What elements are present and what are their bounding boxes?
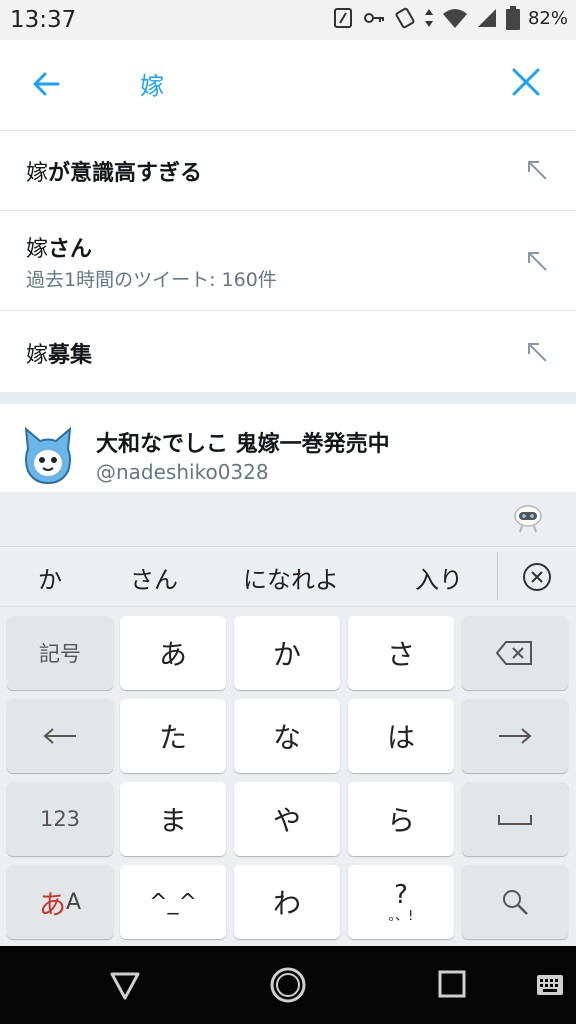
section-divider bbox=[0, 392, 576, 404]
kana-key-ka[interactable]: か bbox=[234, 616, 340, 690]
close-icon[interactable] bbox=[510, 66, 542, 98]
suggestion-text: 嫁募集 bbox=[26, 343, 93, 368]
battery-level: 82% bbox=[527, 7, 568, 29]
kana-key-ra[interactable]: ら bbox=[348, 782, 454, 856]
input-mode-hiragana: あ bbox=[38, 889, 66, 921]
arrow-right-icon bbox=[499, 728, 532, 744]
cursor-left-key[interactable] bbox=[7, 699, 113, 773]
kana-key-a[interactable]: あ bbox=[120, 616, 226, 690]
kana-key-ha[interactable]: は bbox=[348, 699, 454, 773]
search-icon bbox=[503, 890, 528, 915]
nfc-icon bbox=[333, 8, 352, 28]
candidate-divider bbox=[497, 552, 498, 600]
avatar bbox=[24, 427, 72, 485]
punctuation-question: ? bbox=[394, 879, 408, 910]
candidate-word[interactable]: 入り bbox=[415, 560, 463, 595]
kana-key-sa[interactable]: さ bbox=[348, 616, 454, 690]
kana-key-na[interactable]: な bbox=[234, 699, 340, 773]
battery-icon bbox=[505, 6, 520, 30]
cursor-right-key[interactable] bbox=[462, 699, 568, 773]
kana-key-ta[interactable]: た bbox=[120, 699, 226, 773]
wifi-icon bbox=[442, 9, 467, 28]
keyboard-switch-icon[interactable] bbox=[536, 974, 564, 996]
software-keyboard: か さん になれよ 入り 記号 あ か さ た な は 123 ま や ら あA… bbox=[0, 492, 576, 946]
backspace-icon bbox=[496, 641, 532, 665]
emoticon-key[interactable]: ^_^ bbox=[120, 865, 226, 939]
rotation-icon bbox=[395, 7, 415, 29]
nav-back-icon[interactable] bbox=[108, 968, 142, 1002]
fill-query-arrow-icon[interactable] bbox=[526, 341, 548, 363]
candidate-word[interactable]: さん bbox=[130, 560, 178, 595]
punctuation-key[interactable]: ? 。、! bbox=[348, 865, 454, 939]
search-suggestion[interactable]: 嫁さん 過去1時間のツイート: 160件 bbox=[0, 211, 576, 311]
account-name: 大和なでしこ 鬼嫁一巻発売中 bbox=[96, 432, 390, 457]
search-suggestion[interactable]: 嫁募集 bbox=[0, 311, 576, 392]
status-bar: 13:37 82% bbox=[0, 0, 576, 40]
backspace-key[interactable] bbox=[462, 616, 568, 690]
account-handle: @nadeshiko0328 bbox=[96, 460, 269, 484]
search-query[interactable]: 嫁 bbox=[140, 66, 164, 101]
symbol-key[interactable]: 記号 bbox=[7, 616, 113, 690]
fill-query-arrow-icon[interactable] bbox=[526, 250, 548, 272]
number-mode-key[interactable]: 123 bbox=[7, 782, 113, 856]
search-key[interactable] bbox=[462, 865, 568, 939]
candidate-word[interactable]: になれよ bbox=[243, 560, 339, 595]
space-icon bbox=[498, 815, 532, 825]
robot-icon[interactable] bbox=[512, 502, 544, 534]
vpn-key-icon bbox=[363, 13, 384, 23]
search-suggestion[interactable]: 嫁が意識高すぎる bbox=[0, 131, 576, 211]
candidate-bar: か さん になれよ 入り bbox=[0, 546, 576, 607]
suggestion-text: 嫁が意識高すぎる bbox=[26, 161, 203, 186]
data-transfer-icon bbox=[424, 9, 433, 27]
suggestion-text: 嫁さん bbox=[26, 237, 93, 262]
suggestion-tweet-count: 過去1時間のツイート: 160件 bbox=[26, 269, 277, 291]
close-circle-icon[interactable] bbox=[522, 562, 552, 592]
navigation-bar bbox=[0, 946, 576, 1024]
keyboard-toolbar bbox=[0, 492, 576, 547]
kana-key-wa[interactable]: わ bbox=[234, 865, 340, 939]
status-icons: 82% bbox=[332, 6, 568, 30]
arrow-left-icon bbox=[43, 728, 76, 744]
kana-key-ma[interactable]: ま bbox=[120, 782, 226, 856]
account-result[interactable]: 大和なでしこ 鬼嫁一巻発売中 @nadeshiko0328 bbox=[0, 404, 576, 492]
space-key[interactable] bbox=[462, 782, 568, 856]
punctuation-marks: 。、! bbox=[388, 908, 414, 924]
kana-key-ya[interactable]: や bbox=[234, 782, 340, 856]
status-time: 13:37 bbox=[10, 7, 77, 33]
input-mode-alpha: A bbox=[65, 889, 82, 915]
candidate-word[interactable]: か bbox=[38, 560, 62, 595]
input-mode-key[interactable]: あA bbox=[7, 865, 113, 939]
search-header: 嫁 bbox=[0, 40, 576, 131]
back-arrow-icon[interactable] bbox=[28, 66, 64, 102]
fill-query-arrow-icon[interactable] bbox=[526, 159, 548, 181]
nav-home-icon[interactable] bbox=[269, 966, 307, 1004]
nav-recents-icon[interactable] bbox=[438, 970, 466, 998]
cell-signal-icon bbox=[477, 9, 496, 27]
